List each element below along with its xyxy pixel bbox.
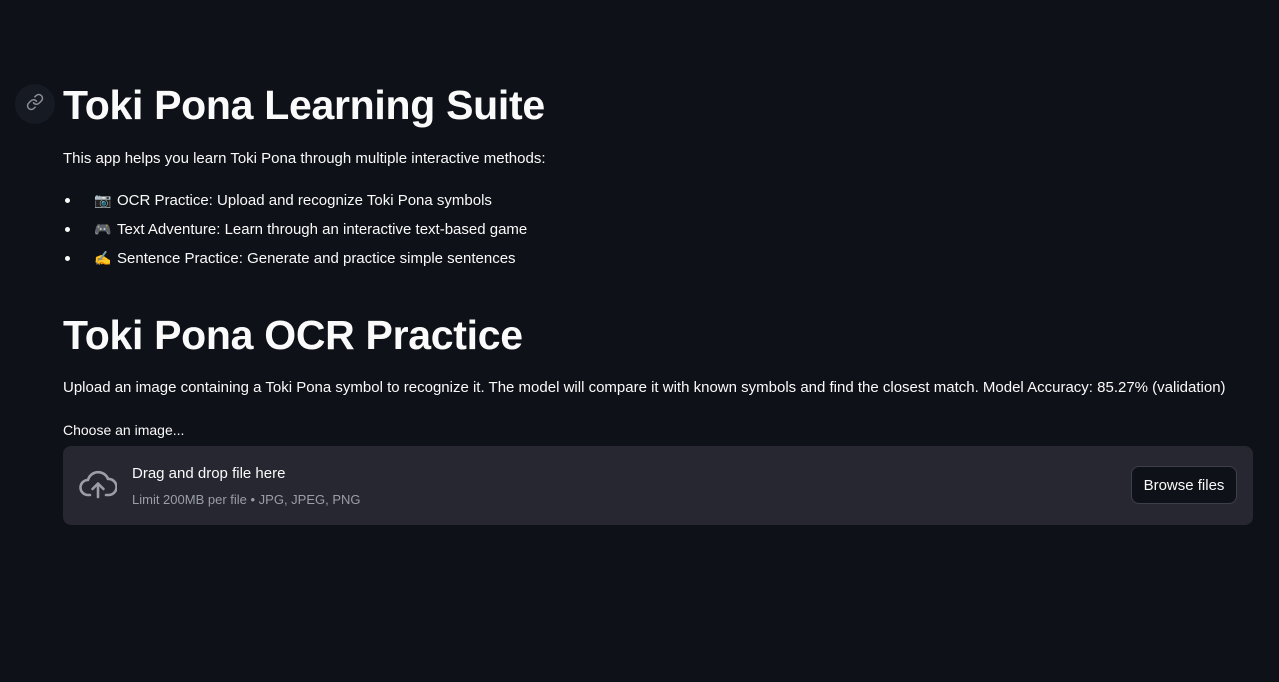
feature-text: Text Adventure: Learn through an interac… xyxy=(117,221,528,238)
dropzone-instructions: Drag and drop file here xyxy=(132,465,286,482)
bullet-icon xyxy=(65,256,70,261)
dropzone-limit-text: Limit 200MB per file • JPG, JPEG, PNG xyxy=(132,492,361,507)
feature-list: 📷 OCR Practice: Upload and recognize Toki… xyxy=(63,190,527,277)
file-dropzone[interactable]: Drag and drop file here Limit 200MB per … xyxy=(63,446,1253,525)
intro-text: This app helps you learn Toki Pona throu… xyxy=(63,150,546,167)
list-item: ✍️ Sentence Practice: Generate and practi… xyxy=(63,248,527,277)
bullet-icon xyxy=(65,198,70,203)
page-title: Toki Pona Learning Suite xyxy=(63,82,545,128)
section-title-ocr: Toki Pona OCR Practice xyxy=(63,312,523,358)
feature-text: OCR Practice: Upload and recognize Toki … xyxy=(117,192,492,209)
writing-hand-emoji-icon: ✍️ xyxy=(94,250,112,266)
ocr-description: Upload an image containing a Toki Pona s… xyxy=(63,379,1226,396)
bullet-icon xyxy=(65,227,70,232)
feature-text: Sentence Practice: Generate and practice… xyxy=(117,250,516,267)
cloud-upload-icon xyxy=(79,470,118,500)
list-item: 🎮 Text Adventure: Learn through an intera… xyxy=(63,219,527,248)
list-item: 📷 OCR Practice: Upload and recognize Toki… xyxy=(63,190,527,219)
header-anchor-link[interactable] xyxy=(15,84,55,124)
link-icon xyxy=(26,93,44,116)
uploader-label: Choose an image... xyxy=(63,422,185,438)
game-controller-emoji-icon: 🎮 xyxy=(94,221,112,237)
browse-files-button[interactable]: Browse files xyxy=(1131,466,1237,504)
camera-emoji-icon: 📷 xyxy=(94,192,112,208)
